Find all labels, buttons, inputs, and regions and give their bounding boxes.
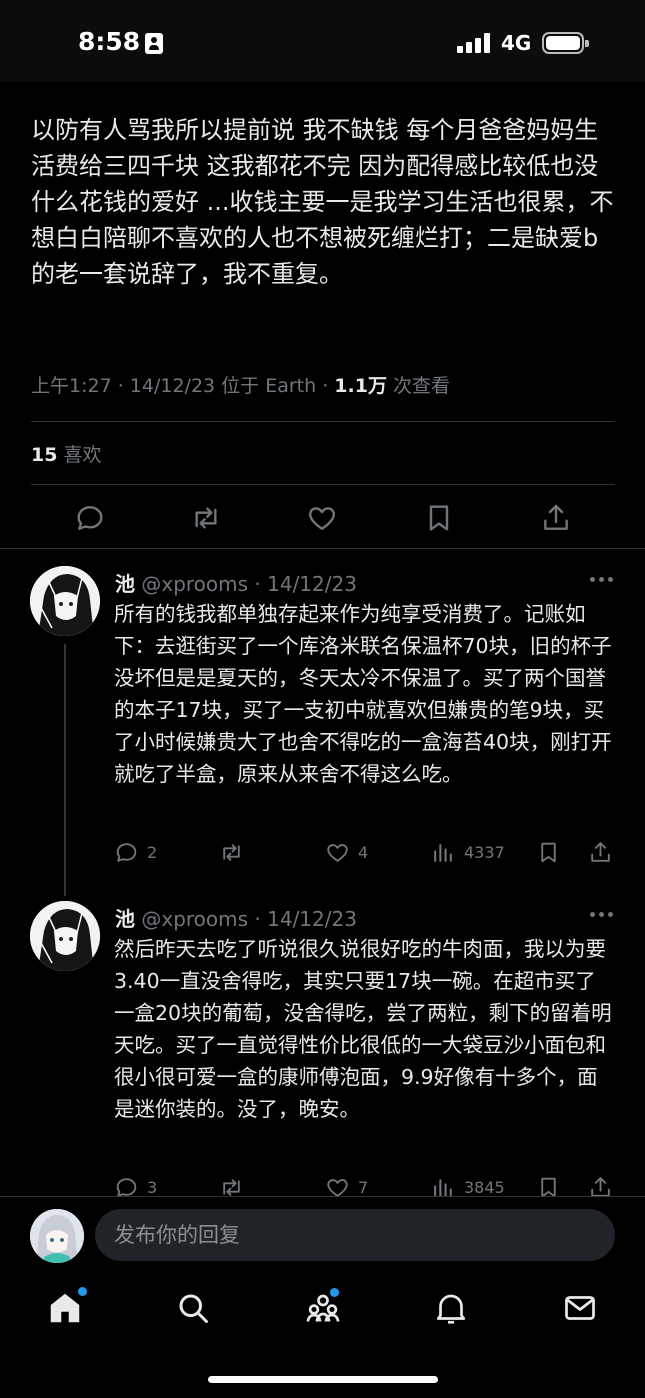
notification-dot: [78, 1287, 87, 1296]
battery-icon: [542, 32, 589, 54]
like-icon[interactable]: [306, 502, 338, 534]
bookmark-button[interactable]: [536, 838, 561, 866]
reply-count: 3: [147, 1177, 158, 1197]
messages-tab[interactable]: [562, 1290, 598, 1326]
views-chart-icon: [434, 843, 452, 862]
reply-count: 2: [147, 842, 158, 862]
reply-tweet[interactable]: 池 @xprooms · 14/12/23 所有的钱我都单独存起来作为纯享受消费…: [0, 566, 645, 886]
notification-dot: [330, 1288, 339, 1297]
search-icon: [179, 1294, 208, 1323]
divider: [0, 548, 645, 549]
author-handle-date: @xprooms · 14/12/23: [135, 572, 357, 596]
share-icon: [591, 841, 610, 862]
home-indicator: [208, 1376, 438, 1383]
reply-text: 然后昨天去吃了听说很久说很好吃的牛肉面，我以为要3.40一直没舍得吃，其实只要1…: [114, 937, 612, 1121]
likes-label: 喜欢: [57, 444, 102, 466]
retweet-icon[interactable]: [190, 502, 222, 534]
network-type: 4G: [501, 31, 532, 55]
home-tab[interactable]: [47, 1287, 87, 1326]
search-tab[interactable]: [175, 1290, 211, 1326]
status-time: 8:58: [78, 27, 141, 56]
mail-icon: [565, 1296, 595, 1320]
like-button[interactable]: 4: [325, 838, 368, 866]
retweet-button[interactable]: [219, 838, 244, 866]
share-icon[interactable]: [540, 502, 572, 534]
views-label: 次查看: [386, 375, 450, 397]
like-count: 4: [358, 842, 369, 862]
reply-tweet[interactable]: 池 @xprooms · 14/12/23 然后昨天去吃了听说很久说很好吃的牛肉…: [0, 901, 645, 1201]
author-name[interactable]: 池: [115, 572, 135, 596]
view-count: 3845: [464, 1177, 505, 1197]
bookmark-icon: [541, 842, 556, 862]
divider: [31, 484, 615, 485]
more-options-icon[interactable]: [590, 907, 614, 921]
reply-header: 池 @xprooms · 14/12/23: [115, 903, 357, 932]
likes-count: 15: [31, 444, 58, 466]
compose-bar: [0, 1196, 645, 1272]
author-name[interactable]: 池: [115, 907, 135, 931]
reply-icon[interactable]: [74, 502, 106, 534]
tweet-action-bar: [0, 496, 645, 540]
tweet-meta-time-location: 上午1:27 · 14/12/23 位于 Earth ·: [31, 375, 335, 397]
divider: [31, 421, 615, 422]
reply-text: 所有的钱我都单独存起来作为纯享受消费了。记账如下：去逛街买了一个库洛米联名保温杯…: [114, 602, 612, 786]
status-bar: 8:58 4G: [0, 0, 645, 82]
avatar[interactable]: [30, 901, 100, 971]
more-options-icon[interactable]: [590, 572, 614, 586]
communities-tab[interactable]: [305, 1288, 341, 1326]
home-icon: [50, 1293, 80, 1323]
reply-icon: [116, 842, 137, 862]
bell-icon: [436, 1294, 466, 1324]
views-count: 1.1万: [334, 375, 387, 397]
notifications-tab[interactable]: [433, 1290, 469, 1326]
bookmark-icon[interactable]: [423, 502, 455, 534]
person-badge-icon: [145, 33, 163, 54]
like-count: 7: [358, 1177, 369, 1197]
reply-input[interactable]: [95, 1209, 615, 1261]
avatar[interactable]: [30, 566, 100, 636]
signal-icon: [457, 33, 491, 53]
tweet-text: 以防有人骂我所以提前说 我不缺钱 每个月爸爸妈妈生活费给三四千块 这我都花不完 …: [31, 116, 614, 288]
author-handle-date: @xprooms · 14/12/23: [135, 907, 357, 931]
reply-header: 池 @xprooms · 14/12/23: [115, 568, 357, 597]
my-avatar[interactable]: [30, 1209, 84, 1263]
tweet-meta: 上午1:27 · 14/12/23 位于 Earth · 1.1万 次查看: [31, 371, 450, 398]
reply-button[interactable]: 2: [114, 838, 157, 866]
views-button[interactable]: 4337: [431, 838, 505, 866]
retweet-icon: [223, 843, 240, 861]
like-icon: [327, 843, 348, 862]
reply-action-bar: 2 4 4337: [0, 838, 645, 868]
share-button[interactable]: [588, 838, 613, 866]
view-count: 4337: [464, 842, 505, 862]
bottom-tab-bar: [0, 1272, 645, 1398]
likes-summary[interactable]: 15 喜欢: [31, 440, 102, 467]
